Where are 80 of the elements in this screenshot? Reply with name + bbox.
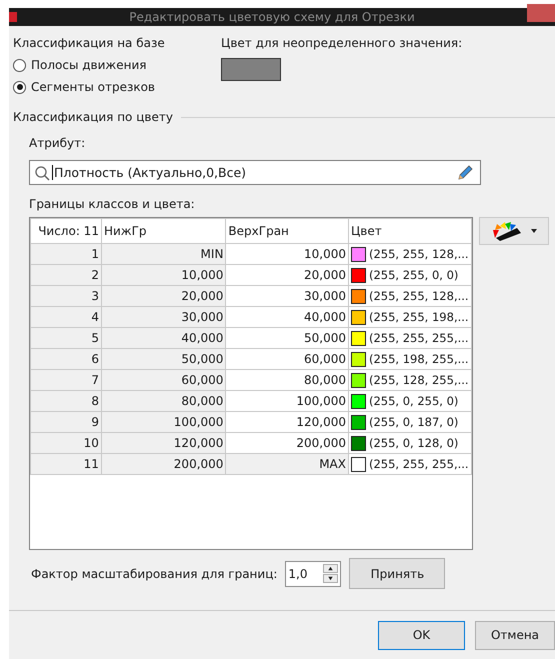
column-header[interactable]: Число: 11: [30, 218, 102, 244]
color-swatch[interactable]: [350, 352, 366, 366]
row-number: 7: [30, 370, 102, 390]
radio-label: Полосы движения: [31, 58, 146, 72]
pencil-icon[interactable]: [456, 164, 474, 182]
row-number: 3: [30, 286, 102, 306]
radio-button[interactable]: [13, 58, 26, 72]
row-number: 10: [30, 432, 102, 454]
color-swatch[interactable]: [350, 436, 366, 450]
table-cell[interactable]: 80,000: [226, 370, 348, 390]
color-value: (255, 0, 255, 0): [368, 394, 458, 408]
table-cell: 200,000: [101, 454, 226, 474]
table-cell[interactable]: 10,000: [226, 244, 348, 264]
color-value: (255, 198, 255,...: [368, 352, 469, 366]
window-title: Редактировать цветовую схему для Отрезки: [128, 9, 416, 26]
app-icon: [9, 12, 17, 22]
table-cell[interactable]: 20,000: [226, 264, 348, 286]
color-value: (255, 128, 255,...: [368, 373, 469, 387]
radio-button[interactable]: [13, 80, 26, 94]
row-number: 5: [30, 328, 102, 348]
color-swatch[interactable]: [350, 456, 366, 472]
color-swatch[interactable]: [350, 246, 366, 262]
row-number: 11: [30, 454, 102, 474]
color-swatch[interactable]: [350, 310, 366, 324]
row-number: 9: [30, 412, 102, 432]
attribute-field[interactable]: Плотность (Актуально,0,Все): [29, 160, 481, 185]
table-cell[interactable]: 120,000: [226, 412, 348, 432]
color-swatch[interactable]: [350, 288, 366, 304]
search-icon: [34, 164, 50, 180]
color-swatch[interactable]: [221, 58, 281, 81]
color-value: (255, 255, 255,...: [368, 331, 469, 345]
row-number: 4: [30, 306, 102, 328]
table-cell: 80,000: [101, 390, 226, 412]
color-value: (255, 255, 128,...: [368, 289, 469, 303]
color-value: (255, 0, 187, 0): [368, 415, 458, 429]
palette-button[interactable]: [479, 217, 549, 245]
row-number: 2: [30, 264, 102, 286]
table-label: Границы классов и цвета:: [29, 197, 195, 211]
color-swatch[interactable]: [350, 268, 366, 282]
column-header[interactable]: НижГр: [101, 218, 226, 244]
table-cell: MIN: [101, 244, 226, 264]
table-cell[interactable]: 50,000: [226, 328, 348, 348]
apply-button[interactable]: Принять: [349, 558, 446, 589]
color-value: (255, 255, 0, 0): [368, 268, 458, 282]
color-value: (255, 255, 255,...: [368, 457, 469, 471]
row-number: 6: [30, 348, 102, 370]
column-header[interactable]: ВерхГран: [226, 218, 348, 244]
color-swatch[interactable]: [350, 372, 366, 388]
row-number: 8: [30, 390, 102, 412]
cancel-button[interactable]: Отмена: [475, 620, 555, 650]
table-cell: 10,000: [101, 264, 226, 286]
table-cell: 100,000: [101, 412, 226, 432]
ok-button[interactable]: OK: [378, 620, 465, 650]
color-value: (255, 255, 128,...: [368, 247, 469, 261]
table-cell: 60,000: [101, 370, 226, 390]
table-cell[interactable]: 30,000: [226, 286, 348, 306]
table-cell[interactable]: 40,000: [226, 306, 348, 328]
table-cell: 40,000: [101, 328, 226, 348]
color-value: (255, 0, 128, 0): [368, 436, 458, 450]
classification-label: Классификация на базе: [13, 36, 166, 50]
attribute-label: Атрибут:: [29, 136, 86, 150]
column-header[interactable]: Цвет: [348, 218, 472, 244]
color-swatch[interactable]: [350, 414, 366, 430]
radio-label: Сегменты отрезков: [31, 80, 156, 94]
table-cell: 50,000: [101, 348, 226, 370]
color-swatch[interactable]: [350, 394, 366, 408]
group-title: Классификация по цвету: [13, 110, 173, 124]
table-cell: MAX: [226, 454, 348, 474]
table-cell: 120,000: [101, 432, 226, 454]
scale-label: Фактор масштабирования для границ:: [31, 566, 278, 580]
color-value: (255, 255, 198,...: [368, 310, 469, 324]
row-number: 1: [30, 244, 102, 264]
caret-icon: [531, 229, 537, 233]
undefined-color-label: Цвет для неопределенного значения:: [221, 36, 462, 50]
table-cell[interactable]: 60,000: [226, 348, 348, 370]
table-cell: 20,000: [101, 286, 226, 306]
table-cell[interactable]: 100,000: [226, 390, 348, 412]
color-swatch[interactable]: [350, 330, 366, 346]
scale-spinbox[interactable]: 1,0: [285, 560, 342, 586]
table-cell: 30,000: [101, 306, 226, 328]
